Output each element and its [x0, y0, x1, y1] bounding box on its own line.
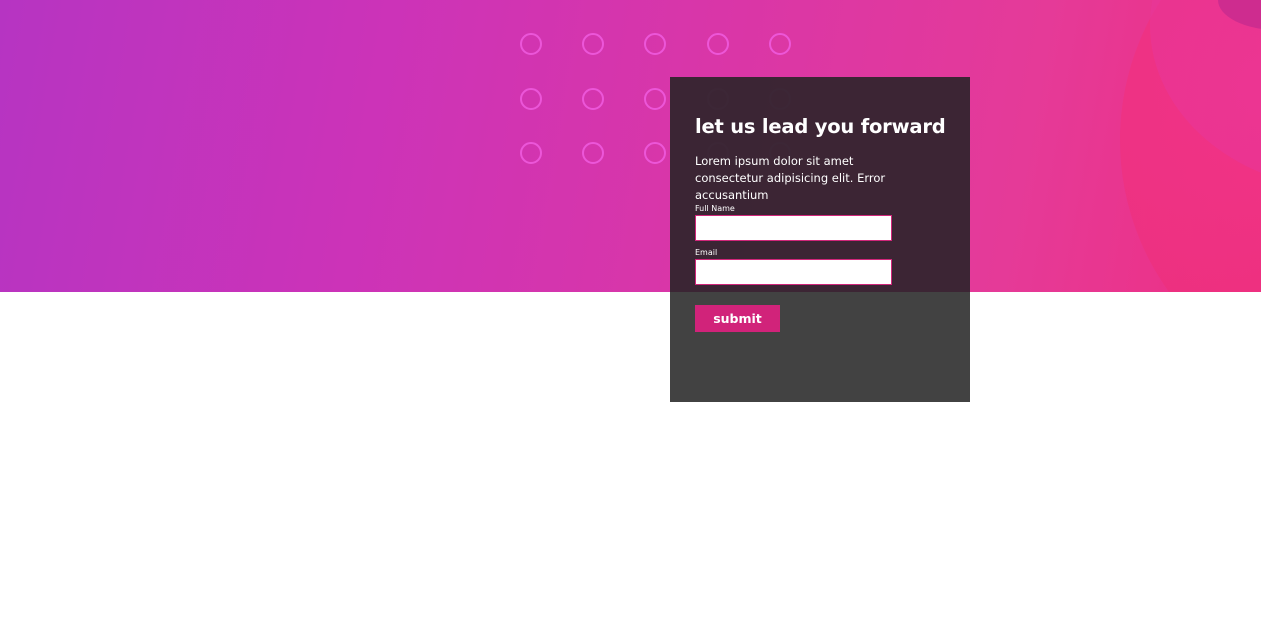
full-name-label: Full Name: [695, 204, 735, 213]
hero-banner: [0, 0, 1261, 292]
ring-icon: [707, 33, 729, 55]
submit-button[interactable]: submit: [695, 305, 780, 332]
email-input[interactable]: [695, 259, 892, 285]
ring-icon: [644, 88, 666, 110]
card-title: let us lead you forward: [695, 115, 946, 138]
card-description: Lorem ipsum dolor sit amet consectetur a…: [695, 154, 886, 202]
contact-card: let us lead you forward Lorem ipsum dolo…: [670, 77, 970, 402]
ring-icon: [520, 88, 542, 110]
email-label: Email: [695, 248, 718, 257]
ring-icon: [769, 33, 791, 55]
ring-icon: [582, 142, 604, 164]
ring-icon: [644, 142, 666, 164]
ring-icon: [520, 142, 542, 164]
ring-icon: [644, 33, 666, 55]
ring-icon: [582, 88, 604, 110]
ring-icon: [520, 33, 542, 55]
ring-icon: [582, 33, 604, 55]
full-name-input[interactable]: [695, 215, 892, 241]
